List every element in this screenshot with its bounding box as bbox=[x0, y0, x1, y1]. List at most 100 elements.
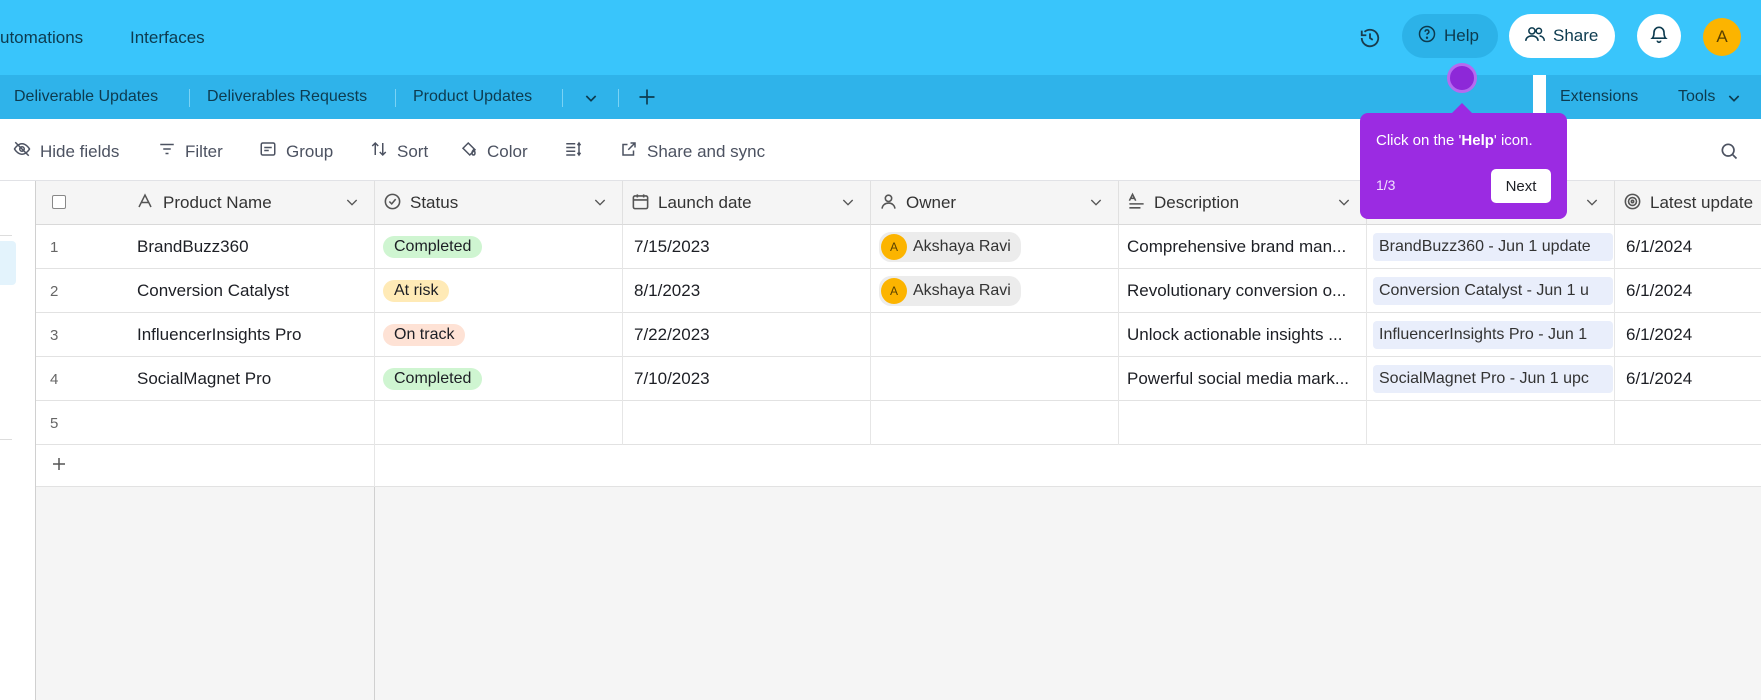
header-description: Description bbox=[1119, 181, 1367, 225]
cell-launch-date[interactable]: 7/10/2023 bbox=[623, 357, 871, 401]
linked-record-chip: InfluencerInsights Pro - Jun 1 bbox=[1373, 321, 1613, 349]
cell-owner[interactable] bbox=[871, 357, 1119, 401]
column-header-status[interactable]: Status bbox=[410, 193, 458, 213]
column-header-owner[interactable]: Owner bbox=[906, 193, 956, 213]
filter-label: Filter bbox=[185, 141, 223, 161]
tooltip-message: Click on the 'Help' icon. bbox=[1376, 132, 1533, 149]
row-number: 3 bbox=[50, 326, 59, 344]
group-label: Group bbox=[286, 141, 334, 161]
notifications-button[interactable] bbox=[1637, 14, 1681, 58]
user-avatar[interactable]: A bbox=[1703, 18, 1741, 56]
tour-tooltip: Click on the 'Help' icon. 1/3 Next bbox=[1360, 113, 1567, 219]
tab-divider bbox=[189, 89, 190, 107]
tab-deliverable-updates[interactable]: Deliverable Updates bbox=[14, 88, 158, 106]
sidebar-active-item[interactable] bbox=[0, 241, 16, 285]
cell-status[interactable] bbox=[375, 401, 623, 445]
cell-owner[interactable]: A Akshaya Ravi bbox=[871, 225, 1119, 269]
tooltip-text-bold: Help bbox=[1461, 132, 1494, 149]
cell-product-name[interactable]: 2 Conversion Catalyst bbox=[36, 269, 375, 313]
history-icon[interactable] bbox=[1356, 24, 1384, 52]
cell-description[interactable]: Powerful social media mark... bbox=[1119, 357, 1367, 401]
launch-date: 7/22/2023 bbox=[634, 325, 710, 344]
tab-deliverables-requests[interactable]: Deliverables Requests bbox=[207, 88, 367, 106]
description-text: Revolutionary conversion o... bbox=[1127, 281, 1347, 300]
description-text: Unlock actionable insights ... bbox=[1127, 325, 1343, 344]
cell-latest-update[interactable]: 6/1/2024 bbox=[1615, 313, 1761, 357]
chevron-down-icon[interactable] bbox=[580, 87, 602, 109]
column-header-description[interactable]: Description bbox=[1154, 193, 1239, 213]
linked-record-chip: Conversion Catalyst - Jun 1 u bbox=[1373, 277, 1613, 305]
share-button[interactable]: Share bbox=[1509, 14, 1615, 58]
cell-description[interactable]: Unlock actionable insights ... bbox=[1119, 313, 1367, 357]
product-name: InfluencerInsights Pro bbox=[137, 325, 302, 344]
status-badge: At risk bbox=[383, 280, 450, 302]
cell-owner[interactable] bbox=[871, 401, 1119, 445]
cell-description[interactable] bbox=[1119, 401, 1367, 445]
cell-product-name[interactable]: 5 bbox=[36, 401, 375, 445]
nav-automations[interactable]: utomations bbox=[0, 28, 83, 48]
column-header-launch-date[interactable]: Launch date bbox=[658, 193, 752, 213]
cell-linked-update[interactable]: InfluencerInsights Pro - Jun 1 bbox=[1367, 313, 1615, 357]
table-row[interactable]: 3 InfluencerInsights Pro On track 7/22/2023… bbox=[36, 313, 1761, 357]
add-record-cell[interactable] bbox=[36, 445, 375, 487]
table-row[interactable]: 4 SocialMagnet Pro Completed 7/10/2023 Power… bbox=[36, 357, 1761, 401]
nav-interfaces[interactable]: Interfaces bbox=[130, 28, 205, 48]
tab-divider bbox=[618, 89, 619, 107]
select-all-checkbox[interactable] bbox=[52, 195, 66, 209]
owner-chip: A Akshaya Ravi bbox=[879, 276, 1021, 306]
tab-product-updates[interactable]: Product Updates bbox=[413, 88, 532, 106]
table-row[interactable]: 1 BrandBuzz360 Completed 7/15/2023 A Akshaya … bbox=[36, 225, 1761, 269]
color-button[interactable]: Color bbox=[459, 140, 528, 163]
cell-status[interactable]: Completed bbox=[375, 225, 623, 269]
cell-product-name[interactable]: 4 SocialMagnet Pro bbox=[36, 357, 375, 401]
cell-description[interactable]: Comprehensive brand man... bbox=[1119, 225, 1367, 269]
tour-hotspot-dot[interactable] bbox=[1447, 63, 1477, 93]
cell-status[interactable]: At risk bbox=[375, 269, 623, 313]
cell-launch-date[interactable]: 7/15/2023 bbox=[623, 225, 871, 269]
cell-owner[interactable]: A Akshaya Ravi bbox=[871, 269, 1119, 313]
cell-status[interactable]: On track bbox=[375, 313, 623, 357]
header-status: Status bbox=[375, 181, 623, 225]
latest-update-date: 6/1/2024 bbox=[1626, 325, 1693, 344]
cell-description[interactable]: Revolutionary conversion o... bbox=[1119, 269, 1367, 313]
cell-latest-update[interactable]: 6/1/2024 bbox=[1615, 225, 1761, 269]
column-menu-chevron-icon[interactable] bbox=[1336, 194, 1352, 215]
cell-latest-update[interactable]: 6/1/2024 bbox=[1615, 269, 1761, 313]
cell-latest-update[interactable]: 6/1/2024 bbox=[1615, 357, 1761, 401]
tools-button[interactable]: Tools bbox=[1678, 88, 1715, 106]
table-row[interactable]: 5 bbox=[36, 401, 1761, 445]
tooltip-step-counter: 1/3 bbox=[1376, 177, 1396, 193]
tooltip-next-button[interactable]: Next bbox=[1491, 169, 1551, 203]
cell-launch-date[interactable] bbox=[623, 401, 871, 445]
hide-fields-button[interactable]: Hide fields bbox=[12, 140, 119, 163]
help-button[interactable]: Help bbox=[1402, 14, 1498, 58]
cell-linked-update[interactable]: SocialMagnet Pro - Jun 1 upc bbox=[1367, 357, 1615, 401]
extensions-button[interactable]: Extensions bbox=[1560, 88, 1638, 106]
sort-button[interactable]: Sort bbox=[369, 140, 428, 163]
column-header-latest-update[interactable]: Latest update bbox=[1650, 193, 1753, 213]
row-height-button[interactable] bbox=[562, 140, 584, 163]
cell-product-name[interactable]: 1 BrandBuzz360 bbox=[36, 225, 375, 269]
cell-owner[interactable] bbox=[871, 313, 1119, 357]
cell-latest-update[interactable] bbox=[1615, 401, 1761, 445]
share-sync-button[interactable]: Share and sync bbox=[619, 140, 765, 163]
cell-launch-date[interactable]: 8/1/2023 bbox=[623, 269, 871, 313]
cell-linked-update[interactable]: BrandBuzz360 - Jun 1 update bbox=[1367, 225, 1615, 269]
cell-product-name[interactable]: 3 InfluencerInsights Pro bbox=[36, 313, 375, 357]
cell-linked-update[interactable] bbox=[1367, 401, 1615, 445]
add-table-icon[interactable] bbox=[635, 85, 659, 109]
column-menu-chevron-icon[interactable] bbox=[840, 194, 856, 215]
column-header-product-name[interactable]: Product Name bbox=[163, 193, 272, 213]
column-menu-chevron-icon[interactable] bbox=[1088, 194, 1104, 215]
column-menu-chevron-icon[interactable] bbox=[1584, 194, 1600, 215]
cell-status[interactable]: Completed bbox=[375, 357, 623, 401]
cell-launch-date[interactable]: 7/22/2023 bbox=[623, 313, 871, 357]
launch-date: 7/10/2023 bbox=[634, 369, 710, 388]
table-row[interactable]: 2 Conversion Catalyst At risk 8/1/2023 A Aksh… bbox=[36, 269, 1761, 313]
cell-linked-update[interactable]: Conversion Catalyst - Jun 1 u bbox=[1367, 269, 1615, 313]
column-menu-chevron-icon[interactable] bbox=[592, 194, 608, 215]
filter-button[interactable]: Filter bbox=[157, 140, 223, 163]
search-icon[interactable] bbox=[1716, 138, 1742, 164]
column-menu-chevron-icon[interactable] bbox=[344, 194, 360, 215]
group-button[interactable]: Group bbox=[258, 140, 333, 163]
